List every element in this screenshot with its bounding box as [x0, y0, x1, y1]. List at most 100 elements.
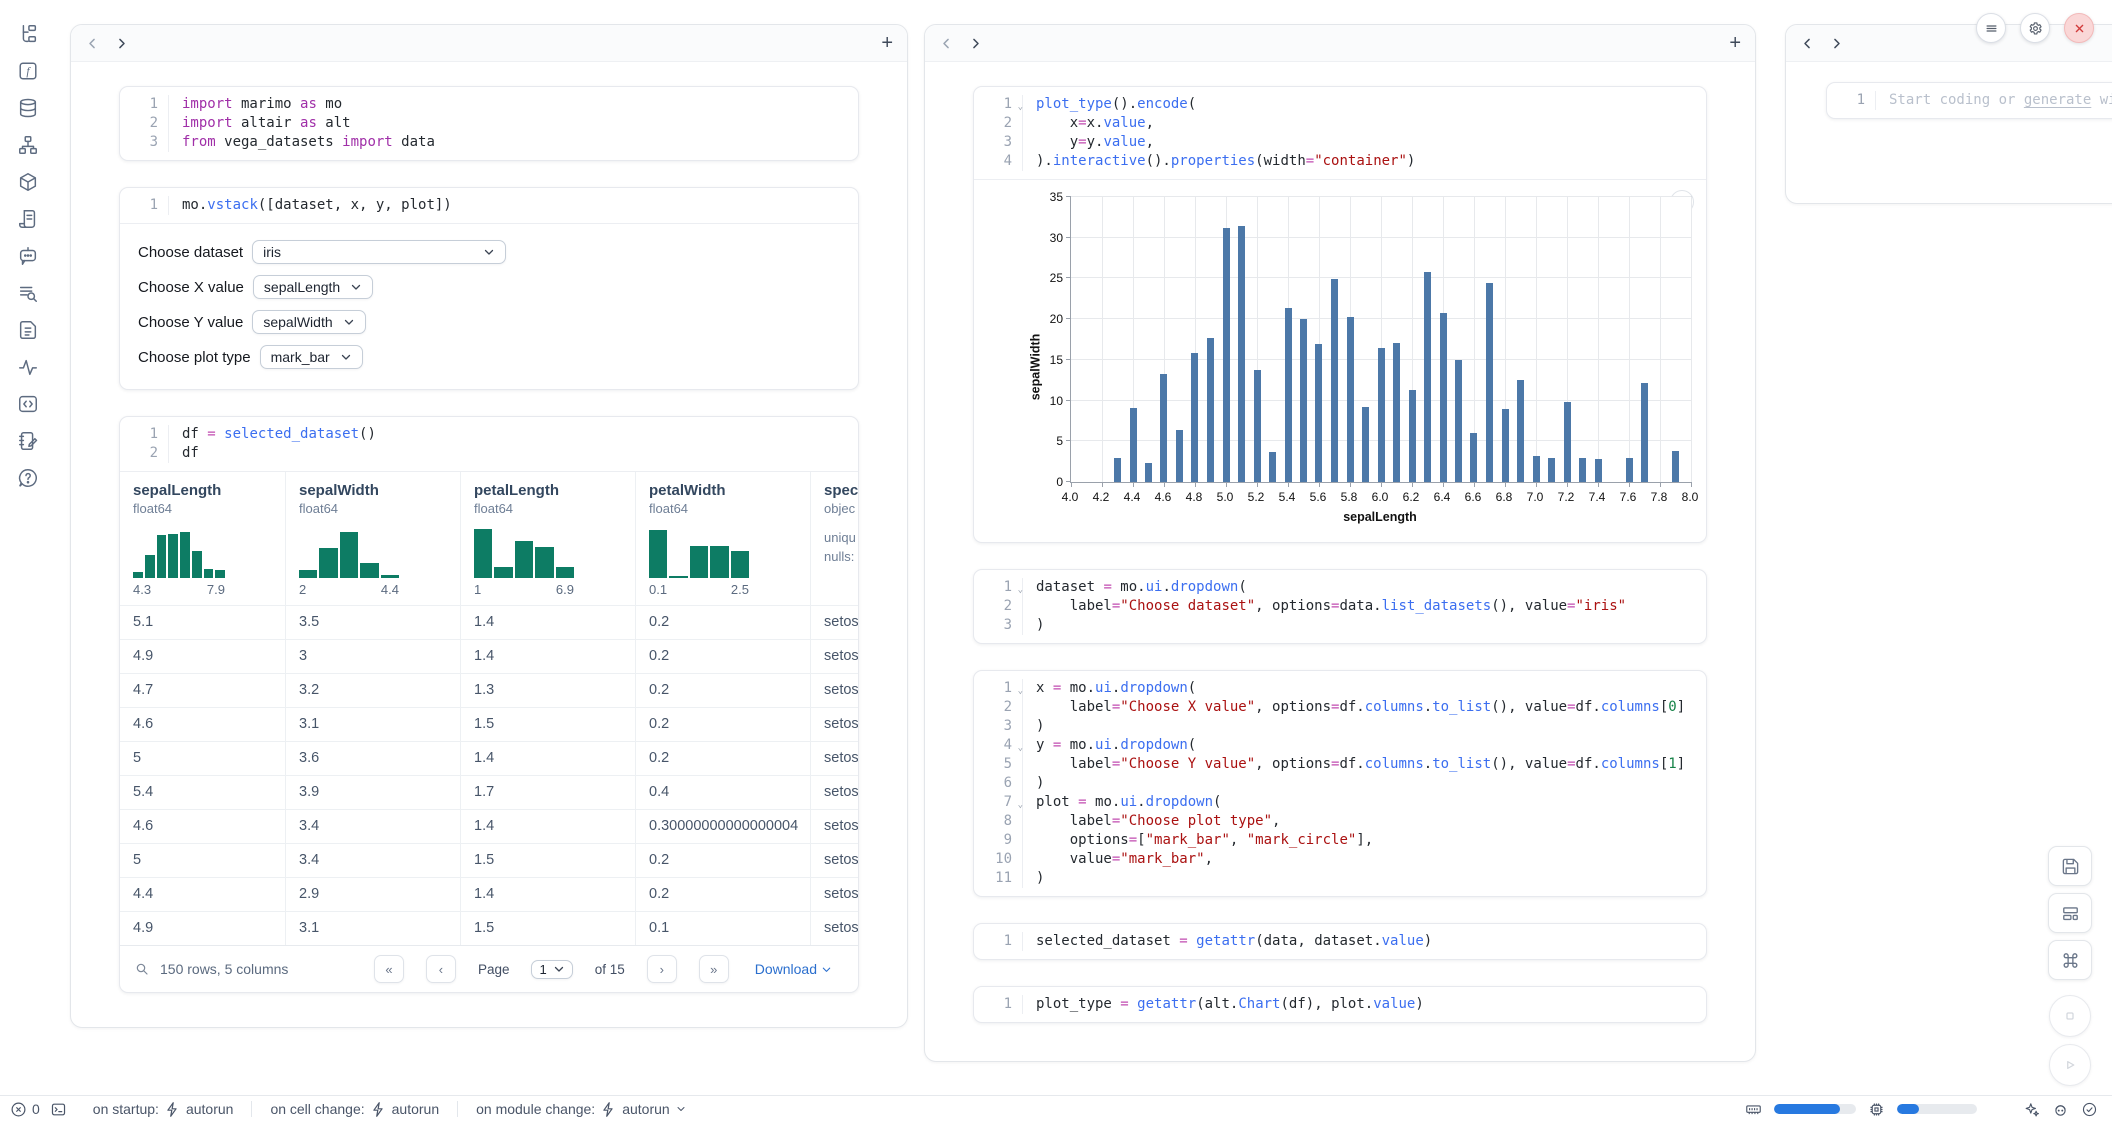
control-dropdown[interactable]: iris [252, 240, 506, 264]
line-number: 11 [974, 869, 1023, 888]
chart-bar [1548, 458, 1555, 482]
control-dropdown[interactable]: sepalWidth [252, 310, 365, 334]
line-number: 5 [974, 755, 1023, 774]
panel-back-button[interactable] [939, 36, 954, 51]
panel-forward-button[interactable] [968, 36, 983, 51]
chart-bar [1579, 458, 1586, 482]
code-text: import marimo as mo [169, 95, 342, 114]
x-axis-title: sepalLength [1070, 510, 1690, 524]
connection-status-button[interactable] [2081, 1101, 2098, 1118]
x-tick [1598, 482, 1599, 487]
terminal-button[interactable] [50, 1101, 67, 1118]
datasources-icon[interactable] [16, 96, 40, 120]
on-startup-setting[interactable]: on startup: autorun [93, 1101, 234, 1118]
help-icon[interactable] [16, 466, 40, 490]
control-dropdown[interactable]: mark_bar [260, 345, 363, 369]
add-cell-button[interactable]: + [1729, 33, 1741, 53]
keyboard-shortcuts-button[interactable] [2048, 940, 2092, 980]
line-number: 7⌄ [974, 793, 1023, 812]
x-tick [1629, 482, 1630, 487]
chart-plot-area[interactable]: 05101520253035 [1070, 196, 1692, 483]
snippets-icon[interactable] [16, 392, 40, 416]
run-button[interactable] [2049, 1044, 2091, 1086]
ai-chat-icon[interactable] [16, 244, 40, 268]
on-module-change-setting[interactable]: on module change: autorun [476, 1101, 687, 1118]
line-number: 4⌄ [974, 736, 1023, 755]
code-editor[interactable]: 1 Start coding or generate with [1827, 83, 2112, 118]
floating-action-buttons [2048, 846, 2092, 1086]
save-button[interactable] [2048, 846, 2092, 886]
line-number: 2 [974, 597, 1023, 616]
packages-icon[interactable] [16, 170, 40, 194]
search-icon[interactable] [134, 961, 150, 977]
page-select[interactable]: 1 [531, 960, 572, 979]
status-bar: 0 on startup: autorun on cell change: au… [0, 1095, 2112, 1122]
lightning-icon [600, 1101, 617, 1118]
documentation-icon[interactable] [16, 207, 40, 231]
chart-bar [1440, 313, 1447, 482]
code-text: value="mark_bar", [1023, 850, 1213, 869]
status-bar-right [1745, 1101, 2098, 1118]
panel-back-button[interactable] [85, 36, 100, 51]
column-header: sepalWidthfloat6424.4 [285, 472, 460, 605]
generate-link[interactable]: generate [2024, 92, 2091, 108]
add-cell-button[interactable]: + [881, 33, 893, 53]
notebook-cell: 1⌄plot_type().encode(2 x=x.value,3 y=y.v… [973, 86, 1707, 543]
panel-forward-button[interactable] [1829, 36, 1844, 51]
column-name: sepalLength [133, 482, 285, 499]
code-editor[interactable]: 1df = selected_dataset()2df [120, 417, 858, 471]
code-editor[interactable]: 1⌄dataset = mo.ui.dropdown(2 label="Choo… [974, 570, 1706, 643]
scratchpad-icon[interactable] [16, 429, 40, 453]
x-tick-label: 4.0 [1056, 490, 1084, 504]
tracing-icon[interactable] [16, 355, 40, 379]
code-editor[interactable]: 1plot_type = getattr(alt.Chart(df), plot… [974, 987, 1706, 1022]
file-explorer-icon[interactable] [16, 22, 40, 46]
line-number: 10 [974, 850, 1023, 869]
stop-button[interactable] [2049, 995, 2091, 1037]
x-tick-label: 6.2 [1397, 490, 1425, 504]
table-cell: setos [810, 606, 858, 639]
chart-bar [1424, 272, 1431, 482]
code-editor[interactable]: 1mo.vstack([dataset, x, y, plot]) [120, 188, 858, 223]
line-number: 8 [974, 812, 1023, 831]
prev-page-button[interactable]: ‹ [426, 955, 456, 983]
chart-bar [1533, 456, 1540, 482]
table-row: 5.43.91.70.4setos [120, 775, 858, 809]
table-cell: 1.3 [460, 674, 635, 707]
code-editor[interactable]: 1selected_dataset = getattr(data, datase… [974, 924, 1706, 959]
x-axis-labels: 4.04.24.44.64.85.05.25.45.65.86.06.26.46… [1070, 490, 1690, 506]
code-text: dataset = mo.ui.dropdown( [1023, 578, 1247, 597]
close-button[interactable] [2064, 13, 2094, 43]
last-page-button[interactable]: » [699, 955, 729, 983]
histogram-bar [535, 547, 553, 578]
next-page-button[interactable]: › [647, 955, 677, 983]
settings-button[interactable] [2020, 13, 2050, 43]
x-tick [1474, 482, 1475, 487]
control-dropdown[interactable]: sepalLength [253, 275, 373, 299]
first-page-button[interactable]: « [374, 955, 404, 983]
y-tick [1066, 359, 1071, 360]
assistant-bot-button[interactable] [2052, 1101, 2069, 1118]
code-editor[interactable]: 1⌄plot_type().encode(2 x=x.value,3 y=y.v… [974, 87, 1706, 179]
error-indicator[interactable]: 0 [10, 1101, 40, 1118]
ai-sparkle-button[interactable] [2023, 1101, 2040, 1118]
code-editor[interactable]: 1import marimo as mo2import altair as al… [120, 87, 858, 160]
notebook-cell: 1⌄x = mo.ui.dropdown(2 label="Choose X v… [973, 670, 1707, 897]
panel-forward-button[interactable] [114, 36, 129, 51]
on-cell-change-setting[interactable]: on cell change: autorun [270, 1101, 439, 1118]
table-cell: 1.4 [460, 810, 635, 843]
dependencies-icon[interactable] [16, 133, 40, 157]
logs-icon[interactable] [16, 281, 40, 305]
code-text: plot = mo.ui.dropdown( [1023, 793, 1221, 812]
download-button[interactable]: Download [755, 961, 832, 977]
menu-button[interactable] [1976, 13, 2006, 43]
code-editor[interactable]: 1⌄x = mo.ui.dropdown(2 label="Choose X v… [974, 671, 1706, 896]
table-scroll-area[interactable]: sepalLengthfloat644.37.9sepalWidthfloat6… [120, 472, 858, 945]
variables-icon[interactable]: f [16, 59, 40, 83]
chart-bar [1145, 463, 1152, 482]
layout-button[interactable] [2048, 893, 2092, 933]
column-histogram [474, 526, 574, 578]
outline-icon[interactable] [16, 318, 40, 342]
panel-back-button[interactable] [1800, 36, 1815, 51]
histogram-bar [157, 535, 167, 578]
